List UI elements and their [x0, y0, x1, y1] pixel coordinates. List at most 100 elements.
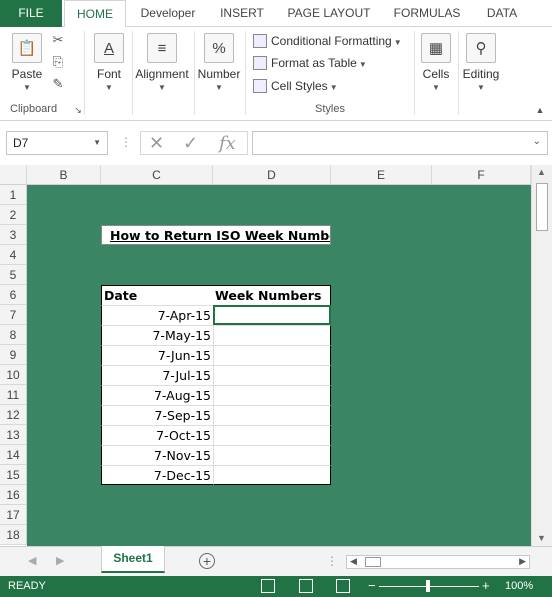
tab-page-layout[interactable]: PAGE LAYOUT [282, 0, 376, 27]
scroll-thumb[interactable] [365, 557, 381, 567]
formula-bar-dots-icon: ⋮ [120, 135, 132, 149]
row-header[interactable]: 13 [0, 425, 27, 445]
row-header[interactable]: 2 [0, 205, 27, 225]
row-header[interactable]: 12 [0, 405, 27, 425]
formula-bar: D7 ▼ ⋮ ✕ ✓ fx ⌄ [0, 121, 552, 165]
week-number-cell[interactable] [213, 465, 331, 485]
clipboard-group-label: Clipboard [10, 103, 58, 115]
prev-sheet-icon[interactable]: ◀ [28, 554, 36, 567]
date-cell[interactable]: 7-Aug-15 [101, 385, 213, 405]
row-header[interactable]: 10 [0, 365, 27, 385]
font-icon: A [94, 33, 124, 63]
horizontal-scrollbar[interactable]: ◀ ▶ [346, 555, 530, 569]
row-header[interactable]: 11 [0, 385, 27, 405]
week-number-cell[interactable] [213, 445, 331, 465]
scroll-up-icon[interactable]: ▲ [537, 167, 546, 177]
name-box[interactable]: D7 ▼ [6, 131, 108, 155]
cells-icon: ▦ [421, 33, 451, 63]
tab-formulas[interactable]: FORMULAS [388, 0, 466, 27]
column-header-d[interactable]: D [213, 165, 331, 185]
row-header[interactable]: 16 [0, 485, 27, 505]
normal-view-icon[interactable] [261, 579, 275, 593]
format-as-table-button[interactable]: Format as Table ▼ [253, 53, 367, 73]
collapse-ribbon-icon[interactable]: ▲ [532, 103, 548, 117]
date-cell[interactable]: 7-Apr-15 [101, 305, 213, 325]
add-sheet-icon[interactable]: + [199, 553, 215, 569]
insert-function-icon[interactable]: fx [219, 133, 236, 154]
next-sheet-icon[interactable]: ▶ [56, 554, 64, 567]
scroll-thumb[interactable] [536, 183, 548, 231]
tab-data[interactable]: DATA [476, 0, 528, 27]
zoom-out-icon[interactable]: − [368, 578, 376, 593]
chevron-down-icon: ▼ [329, 83, 338, 92]
paste-button[interactable]: 📋 Paste ▼ [8, 33, 46, 92]
row-header[interactable]: 8 [0, 325, 27, 345]
zoom-in-icon[interactable]: + [482, 578, 490, 593]
week-number-cell[interactable] [213, 425, 331, 445]
row-header[interactable]: 9 [0, 345, 27, 365]
date-cell[interactable]: 7-Jun-15 [101, 345, 213, 365]
cut-icon[interactable]: ✂ [50, 33, 66, 47]
editing-button[interactable]: ⚲ Editing ▼ [460, 33, 502, 92]
ribbon-tab-bar: FILE HOME Developer INSERT PAGE LAYOUT F… [0, 0, 552, 28]
row-header[interactable]: 5 [0, 265, 27, 285]
date-cell[interactable]: 7-Nov-15 [101, 445, 213, 465]
tab-home[interactable]: HOME [64, 0, 126, 28]
column-header-e[interactable]: E [331, 165, 432, 185]
date-cell[interactable]: 7-Sep-15 [101, 405, 213, 425]
week-number-cell[interactable] [213, 345, 331, 365]
row-header[interactable]: 3 [0, 225, 27, 245]
week-number-cell[interactable] [213, 405, 331, 425]
tab-split-icon[interactable]: ⋮ [326, 554, 338, 568]
scroll-down-icon[interactable]: ▼ [537, 533, 546, 543]
zoom-level[interactable]: 100% [505, 580, 533, 592]
week-numbers-header-cell[interactable]: Week Numbers [213, 285, 331, 305]
select-all-corner[interactable] [0, 165, 27, 185]
copy-icon[interactable]: ⎘ [50, 55, 66, 69]
week-number-cell[interactable] [213, 325, 331, 345]
column-header-c[interactable]: C [101, 165, 213, 185]
cell-styles-button[interactable]: Cell Styles ▼ [253, 76, 338, 96]
format-painter-icon[interactable]: ✎ [50, 77, 66, 91]
row-header[interactable]: 4 [0, 245, 27, 265]
row-header[interactable]: 7 [0, 305, 27, 325]
column-header-b[interactable]: B [27, 165, 101, 185]
status-bar: READY − + 100% [0, 576, 552, 597]
font-button[interactable]: A Font ▼ [91, 33, 127, 92]
title-cell[interactable]: How to Return ISO Week Numbers [101, 225, 331, 245]
cancel-icon[interactable]: ✕ [149, 133, 164, 154]
page-layout-view-icon[interactable] [299, 579, 313, 593]
alignment-button[interactable]: ≡ Alignment ▼ [134, 33, 190, 92]
scroll-left-icon[interactable]: ◀ [350, 556, 357, 567]
date-cell[interactable]: 7-Jul-15 [101, 365, 213, 385]
page-break-view-icon[interactable] [336, 579, 350, 593]
week-number-cell[interactable] [213, 365, 331, 385]
row-header[interactable]: 15 [0, 465, 27, 485]
row-header[interactable]: 18 [0, 525, 27, 545]
week-number-cell[interactable] [213, 385, 331, 405]
tab-developer[interactable]: Developer [132, 0, 204, 27]
enter-icon[interactable]: ✓ [183, 133, 198, 154]
sheet-tab-sheet1[interactable]: Sheet1 [101, 546, 165, 573]
date-cell[interactable]: 7-May-15 [101, 325, 213, 345]
cells-button[interactable]: ▦ Cells ▼ [418, 33, 454, 92]
date-header-cell[interactable]: Date [101, 285, 213, 305]
row-header[interactable]: 14 [0, 445, 27, 465]
formula-input[interactable]: ⌄ [252, 131, 548, 155]
ribbon-divider [458, 31, 459, 115]
conditional-formatting-button[interactable]: Conditional Formatting ▼ [253, 31, 402, 51]
week-number-cell-selected[interactable] [213, 305, 331, 325]
column-header-f[interactable]: F [432, 165, 531, 185]
date-cell[interactable]: 7-Oct-15 [101, 425, 213, 445]
row-header[interactable]: 6 [0, 285, 27, 305]
tab-insert[interactable]: INSERT [212, 0, 272, 27]
scroll-right-icon[interactable]: ▶ [519, 556, 526, 567]
date-cell[interactable]: 7-Dec-15 [101, 465, 213, 485]
expand-formula-bar-icon[interactable]: ⌄ [533, 136, 541, 147]
row-header[interactable]: 17 [0, 505, 27, 525]
tab-file[interactable]: FILE [0, 0, 62, 27]
vertical-scrollbar[interactable]: ▲ ▼ [531, 165, 552, 546]
zoom-slider-knob[interactable] [426, 580, 430, 592]
row-header[interactable]: 1 [0, 185, 27, 205]
number-button[interactable]: % Number ▼ [197, 33, 241, 92]
